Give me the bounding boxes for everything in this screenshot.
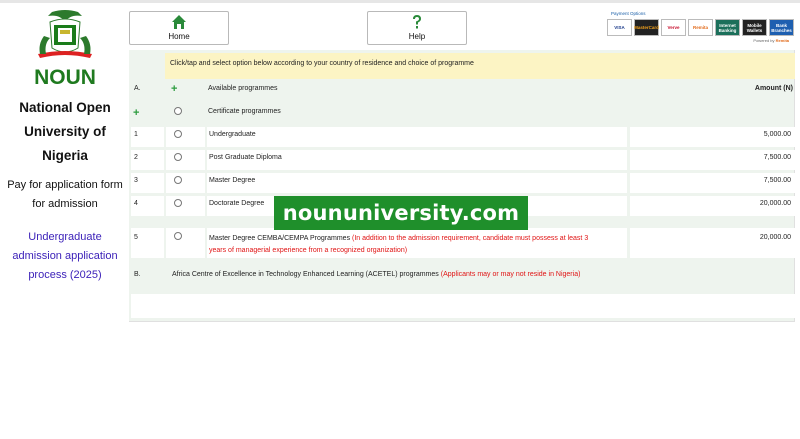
help-label: Help bbox=[408, 32, 426, 41]
visa-logo: VISA bbox=[607, 19, 632, 36]
programme-name: Doctorate Degree bbox=[209, 200, 265, 207]
home-icon bbox=[171, 14, 187, 30]
internet-banking-logo: Internet Banking bbox=[715, 19, 740, 36]
row-number: 5 bbox=[134, 234, 138, 241]
empty-row bbox=[131, 294, 795, 318]
verve-logo: Verve bbox=[661, 19, 686, 36]
bank-branches-logo: Bank Branches bbox=[769, 19, 794, 36]
sidebar: NOUN National Open University of Nigeria… bbox=[0, 0, 130, 439]
home-label: Home bbox=[168, 32, 190, 41]
certificate-radio[interactable] bbox=[174, 107, 182, 115]
programme-amount: 7,500.00 bbox=[763, 154, 791, 161]
amount-header: Amount (N) bbox=[754, 85, 793, 92]
help-icon bbox=[409, 14, 425, 30]
programme-name: Master Degree CEMBA/CEMPA Programmes bbox=[209, 235, 351, 242]
programme-name: Undergraduate bbox=[209, 131, 256, 138]
programme-name: Post Graduate Diploma bbox=[209, 154, 282, 161]
programme-description: Master Degree CEMBA/CEMPA Programmes (In… bbox=[209, 233, 627, 257]
programme-amount: 5,000.00 bbox=[763, 131, 791, 138]
section-b-title[interactable]: Africa Centre of Excellence in Technolog… bbox=[172, 271, 580, 278]
programme-amount: 20,000.00 bbox=[759, 234, 791, 241]
row-number: 2 bbox=[134, 154, 138, 161]
noun-logo: NOUN bbox=[30, 8, 100, 93]
mobile-wallets-logo: Mobile Wallets bbox=[742, 19, 767, 36]
powered-by: Powered by Remita bbox=[753, 38, 789, 43]
section-b-note: (Applicants may or may not reside in Nig… bbox=[440, 271, 581, 278]
payment-options: Payment Options VISA MasterCard Verve Re… bbox=[605, 11, 794, 45]
organization-name: National Open University of Nigeria bbox=[19, 100, 111, 163]
section-a-title: Available programmes bbox=[208, 85, 278, 92]
logo-text: NOUN bbox=[34, 66, 96, 89]
programme-note-cont: years of managerial experience from a re… bbox=[209, 247, 408, 254]
section-b-letter: B. bbox=[134, 271, 141, 278]
mastercard-logo: MasterCard bbox=[634, 19, 659, 36]
certificate-label: Certificate programmes bbox=[208, 108, 281, 115]
cemba-radio[interactable] bbox=[174, 232, 182, 240]
programme-amount: 7,500.00 bbox=[763, 177, 791, 184]
programme-amount: 20,000.00 bbox=[759, 200, 791, 207]
home-button[interactable]: Home bbox=[129, 11, 229, 45]
programme-note: (In addition to the admission requiremen… bbox=[352, 235, 589, 242]
page-subtitle: Pay for application form for admission bbox=[7, 179, 123, 210]
payment-options-title: Payment Options bbox=[611, 11, 646, 16]
watermark-banner: noununiversity.com bbox=[274, 196, 528, 230]
row-number: 3 bbox=[134, 177, 138, 184]
expand-plus-icon[interactable]: + bbox=[171, 84, 177, 95]
pgd-radio[interactable] bbox=[174, 153, 182, 161]
instruction-banner: Click/tap and select option below accord… bbox=[165, 53, 795, 79]
row-number: 4 bbox=[134, 200, 138, 207]
row-number: 1 bbox=[134, 131, 138, 138]
programme-name: Master Degree bbox=[209, 177, 256, 184]
help-button[interactable]: Help bbox=[367, 11, 467, 45]
section-a-letter: A. bbox=[134, 85, 141, 92]
admission-process-link[interactable]: Undergraduate admission application proc… bbox=[6, 228, 124, 285]
undergraduate-radio[interactable] bbox=[174, 130, 182, 138]
remita-logo: Remita bbox=[688, 19, 713, 36]
certificate-expand-icon[interactable]: + bbox=[133, 108, 139, 119]
masters-radio[interactable] bbox=[174, 176, 182, 184]
doctorate-radio[interactable] bbox=[174, 199, 182, 207]
